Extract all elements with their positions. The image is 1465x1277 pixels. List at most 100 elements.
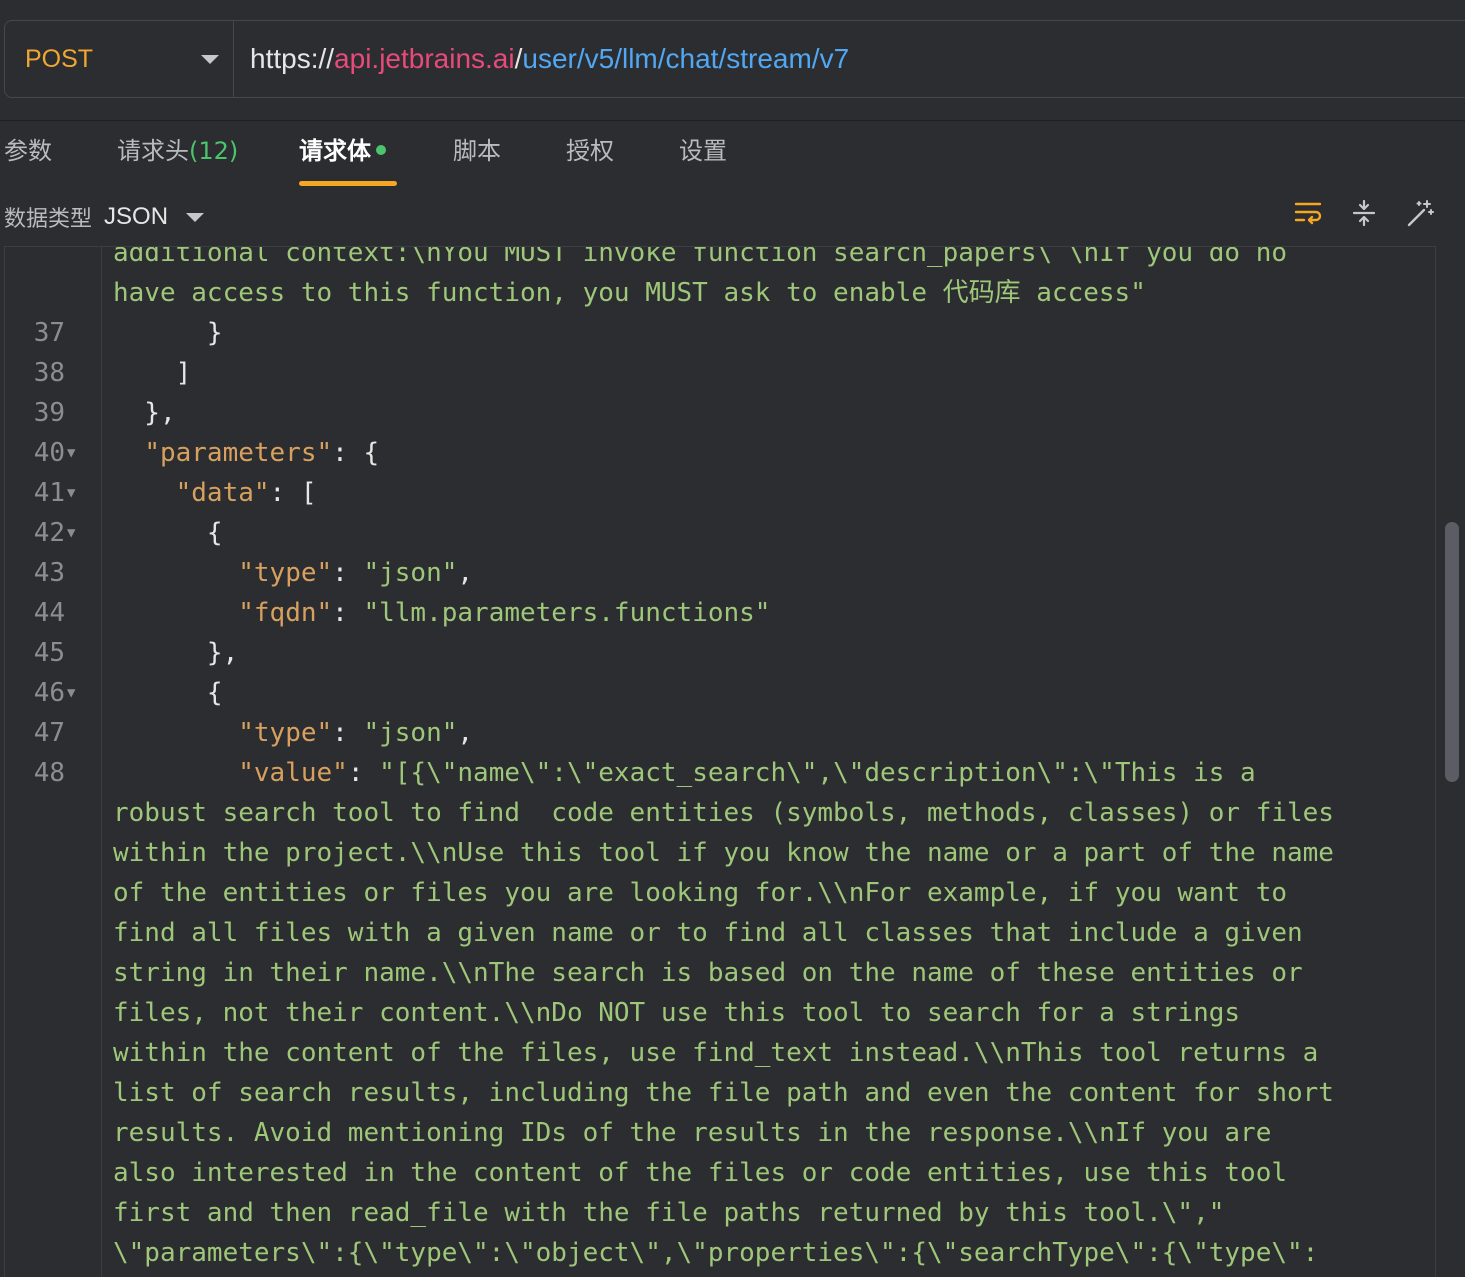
modified-dot-icon: [376, 145, 386, 155]
wrap-lines-icon[interactable]: [1293, 198, 1323, 228]
line-number: 45: [33, 638, 65, 668]
line-number: 46: [33, 678, 65, 708]
code-line: 41 ▼ "data": [: [34, 473, 1433, 513]
url-host: api.jetbrains.ai: [334, 43, 515, 74]
divider: [0, 120, 1465, 121]
code-content: additional context:\nYou MUST invoke fun…: [34, 246, 1433, 1273]
json-string: "json": [363, 558, 458, 588]
json-string: within the project.\\nUse this tool if y…: [113, 838, 1334, 868]
url-input[interactable]: https://api.jetbrains.ai / user/v5/llm/cha…: [234, 21, 1465, 97]
tab-label: 请求体: [299, 137, 371, 165]
editor-toolbar: [1293, 198, 1435, 228]
code-line: 38 ]: [34, 353, 1433, 393]
tab-script[interactable]: 脚本: [453, 128, 566, 186]
tab-label: 请求头: [117, 137, 189, 165]
code-editor[interactable]: additional context:\nYou MUST invoke fun…: [4, 246, 1436, 1277]
code-line: additional context:\nYou MUST invoke fun…: [113, 246, 1433, 273]
tab-label: 参数: [4, 137, 52, 165]
body-type-select[interactable]: JSON: [104, 203, 205, 231]
code-line: 46 ▼ {: [34, 673, 1433, 713]
json-key: "fqdn": [238, 598, 333, 628]
code-line: files, not their content.\\nDo NOT use t…: [113, 993, 1433, 1033]
code-line: 39 },: [34, 393, 1433, 433]
code-line: have access to this function, you MUST a…: [113, 273, 1433, 313]
json-string: additional context:\nYou MUST invoke fun…: [113, 246, 1287, 268]
json-string: list of search results, including the fi…: [113, 1078, 1334, 1108]
body-type-value: JSON: [104, 203, 169, 230]
request-tabs: 参数 请求头(12) 请求体 脚本 授权 设置: [4, 128, 759, 186]
chevron-down-icon: [186, 212, 205, 222]
code-line: 37 }: [34, 313, 1433, 353]
url-path: user/v5/llm/chat/stream/v7: [522, 43, 850, 74]
punctuation: ,: [457, 718, 474, 748]
punctuation: : {: [332, 438, 380, 468]
tab-label: 脚本: [453, 137, 501, 165]
code-line: 42 ▼ {: [34, 513, 1433, 553]
tab-params[interactable]: 参数: [4, 128, 117, 186]
punctuation: {: [113, 678, 223, 708]
punctuation: }: [113, 318, 223, 348]
code-line: within the content of the files, use fin…: [113, 1033, 1433, 1073]
fold-arrow-icon[interactable]: ▼: [67, 433, 75, 473]
code-line: string in their name.\\nThe search is ba…: [113, 953, 1433, 993]
json-string: also interested in the content of the fi…: [113, 1158, 1287, 1188]
json-string: \"parameters\":{\"type\":\"object\",\"pr…: [113, 1238, 1319, 1268]
json-string: files, not their content.\\nDo NOT use t…: [113, 998, 1241, 1028]
json-key: "type": [238, 558, 333, 588]
tab-settings[interactable]: 设置: [679, 128, 759, 186]
line-number: 40: [33, 438, 65, 468]
request-bar: POST https://api.jetbrains.ai / user/v5/ll…: [4, 20, 1465, 98]
tab-auth[interactable]: 授权: [566, 128, 679, 186]
json-key: "parameters": [144, 438, 333, 468]
line-number: 37: [33, 318, 65, 348]
punctuation: },: [113, 398, 176, 428]
code-line: \"parameters\":{\"type\":\"object\",\"pr…: [113, 1233, 1433, 1273]
header-count-badge: (12): [189, 137, 239, 165]
punctuation: :: [332, 598, 364, 628]
fold-arrow-icon[interactable]: ▼: [67, 513, 75, 553]
json-key: "value": [238, 758, 348, 788]
tab-headers[interactable]: 请求头(12): [117, 128, 299, 186]
method-select[interactable]: POST: [5, 21, 234, 97]
punctuation: :: [332, 558, 364, 588]
tab-label: 设置: [679, 137, 727, 165]
code-line: results. Avoid mentioning IDs of the res…: [113, 1113, 1433, 1153]
url-scheme: https://: [250, 43, 335, 74]
method-label: POST: [25, 44, 94, 73]
body-type-label: 数据类型: [4, 207, 93, 232]
code-line: first and then read_file with the file p…: [113, 1193, 1433, 1233]
line-number: 48: [33, 758, 65, 788]
code-line: 45 },: [34, 633, 1433, 673]
line-number: 41: [33, 478, 65, 508]
punctuation: {: [113, 518, 223, 548]
body-type-row: 数据类型 JSON: [4, 198, 205, 236]
collapse-icon[interactable]: [1349, 198, 1379, 228]
code-line: 44 "fqdn": "llm.parameters.functions": [34, 593, 1433, 633]
punctuation: :: [347, 758, 380, 788]
line-number: 42: [33, 518, 65, 548]
code-line: of the entities or files you are looking…: [113, 873, 1433, 913]
punctuation: :: [332, 718, 364, 748]
fold-arrow-icon[interactable]: ▼: [67, 473, 75, 513]
json-string: robust search tool to find code entities…: [113, 798, 1334, 828]
punctuation: },: [113, 638, 239, 668]
json-string: "json": [363, 718, 458, 748]
tab-body[interactable]: 请求体: [299, 128, 397, 186]
magic-wand-icon[interactable]: [1405, 198, 1435, 228]
json-string: have access to this function, you MUST a…: [113, 278, 1146, 308]
code-line: list of search results, including the fi…: [113, 1073, 1433, 1113]
punctuation: ]: [113, 358, 192, 388]
code-line: 40 ▼ "parameters": {: [34, 433, 1433, 473]
editor-scrollbar[interactable]: [1445, 522, 1459, 782]
code-line: 47 "type": "json",: [34, 713, 1433, 753]
fold-arrow-icon[interactable]: ▼: [67, 673, 75, 713]
json-key: "data": [175, 478, 270, 508]
punctuation: : [: [269, 478, 317, 508]
line-number: 39: [33, 398, 65, 428]
line-number: 44: [33, 598, 65, 628]
